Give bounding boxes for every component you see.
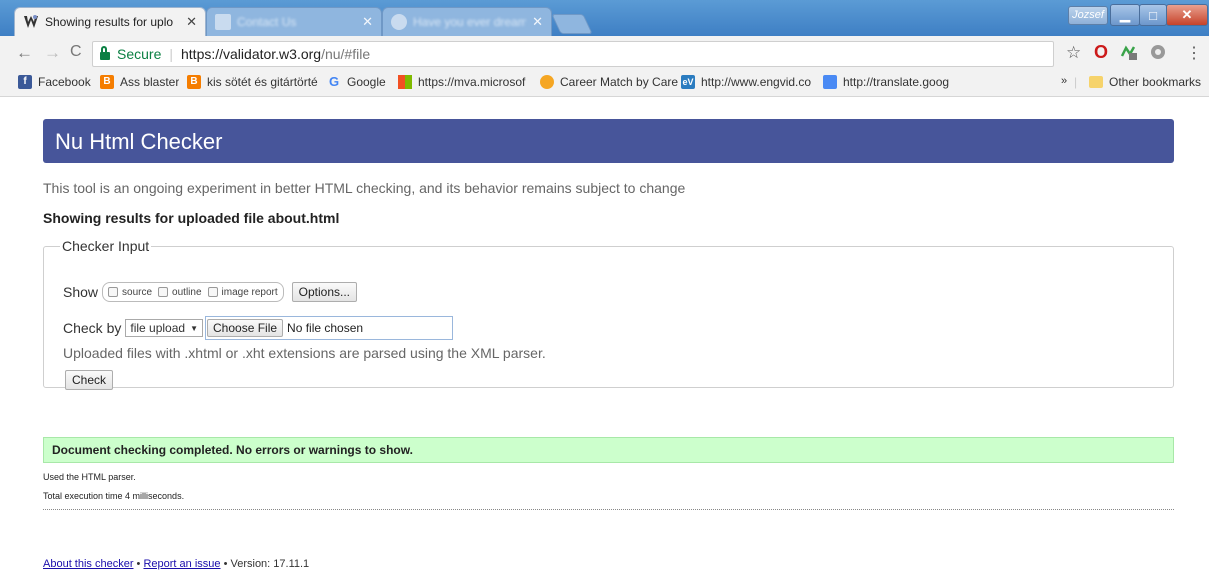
- extension-icon[interactable]: [1120, 44, 1138, 65]
- bookmark-engvid[interactable]: eV http://www.engvid.co: [681, 75, 817, 89]
- profile-badge[interactable]: Jozsef: [1068, 6, 1108, 25]
- file-status: No file chosen: [287, 321, 364, 335]
- close-icon[interactable]: ✕: [362, 14, 373, 30]
- page-title: Nu Html Checker: [55, 129, 223, 154]
- w3c-icon: [24, 15, 38, 28]
- close-icon: ✕: [1181, 7, 1193, 22]
- tab-dreamt[interactable]: Have you ever dreamt of... ✕: [382, 7, 552, 36]
- outline-label: outline: [172, 286, 202, 298]
- page-icon: [215, 14, 231, 30]
- result-success-banner: Document checking completed. No errors o…: [43, 437, 1174, 463]
- footer-separator: •: [133, 558, 144, 570]
- browser-toolbar: ← → C Secure | https://validator.w3.org /…: [0, 36, 1209, 70]
- bookmarks-overflow[interactable]: »: [1061, 75, 1067, 87]
- check-by-row: Check by file upload ▼ Choose File No fi…: [63, 316, 453, 340]
- divider: |: [1074, 75, 1078, 89]
- page-icon: [391, 14, 407, 30]
- address-bar[interactable]: Secure | https://validator.w3.org/nu/#fi…: [92, 41, 1054, 67]
- show-options-group: source outline image report: [102, 282, 284, 302]
- browser-titlebar: Showing results for uplo ✕ Contact Us ✕ …: [0, 0, 1209, 36]
- bookmark-other[interactable]: Other bookmarks: [1089, 75, 1201, 89]
- checker-input-legend: Checker Input: [62, 238, 150, 254]
- tab-validator[interactable]: Showing results for uplo ✕: [14, 7, 206, 36]
- parser-note: Used the HTML parser.: [43, 472, 136, 482]
- close-window-button[interactable]: ✕: [1166, 4, 1208, 26]
- opera-icon[interactable]: O: [1094, 42, 1108, 63]
- bookmarks-bar: f Facebook B Ass blaster B kis sötét és …: [0, 70, 1209, 97]
- version-text: Version: 17.11.1: [230, 558, 310, 570]
- divider: |: [169, 46, 173, 62]
- choose-file-button[interactable]: Choose File: [207, 319, 284, 337]
- show-label: Show: [63, 284, 99, 300]
- show-row: Show source outline image report Options…: [63, 282, 358, 302]
- bookmark-kis-sotet[interactable]: B kis sötét és gitártörté: [187, 75, 325, 89]
- career-match-icon: [540, 75, 554, 89]
- new-tab-button[interactable]: [551, 14, 593, 34]
- maximize-icon: □: [1149, 7, 1157, 23]
- facebook-icon: f: [18, 75, 32, 89]
- microsoft-icon: [398, 75, 412, 89]
- back-icon[interactable]: ←: [16, 43, 33, 63]
- page-footer: About this checker • Report an issue • V…: [43, 558, 309, 570]
- bookmark-ass-blaster[interactable]: B Ass blaster: [100, 75, 179, 89]
- bookmark-google[interactable]: G Google: [327, 74, 386, 90]
- forward-icon[interactable]: →: [44, 43, 61, 63]
- check-button[interactable]: Check: [65, 370, 114, 390]
- check-by-select[interactable]: file upload ▼: [125, 319, 203, 337]
- page-header: Nu Html Checker: [43, 119, 1174, 163]
- bookmark-facebook[interactable]: f Facebook: [18, 75, 91, 89]
- star-icon[interactable]: ☆: [1066, 43, 1081, 63]
- report-issue-link[interactable]: Report an issue: [143, 558, 220, 570]
- bookmark-career-match[interactable]: Career Match by Care: [540, 75, 678, 89]
- check-by-label: Check by: [63, 320, 122, 336]
- google-translate-icon: [823, 75, 837, 89]
- close-icon[interactable]: ✕: [532, 14, 543, 30]
- intro-text: This tool is an ongoing experiment in be…: [43, 180, 686, 196]
- tab-contact-us[interactable]: Contact Us ✕: [206, 7, 382, 36]
- about-checker-link[interactable]: About this checker: [43, 558, 134, 570]
- source-checkbox[interactable]: [108, 287, 119, 297]
- secure-label: Secure: [117, 46, 162, 62]
- tab-title: Have you ever dreamt of...: [413, 15, 527, 29]
- menu-icon[interactable]: ⋮: [1186, 43, 1202, 63]
- reload-icon[interactable]: C: [70, 43, 82, 61]
- options-button[interactable]: Options...: [291, 282, 358, 302]
- url-path: /nu/#file: [321, 46, 371, 62]
- minimize-button[interactable]: ▁: [1110, 4, 1140, 26]
- close-icon[interactable]: ✕: [186, 14, 197, 30]
- blogger-icon: B: [100, 75, 114, 89]
- lock-icon: [100, 46, 110, 60]
- outline-checkbox[interactable]: [158, 287, 169, 297]
- maximize-button[interactable]: □: [1139, 4, 1167, 26]
- footer-separator: •: [220, 558, 231, 570]
- bookmark-google-translate[interactable]: http://translate.goog: [823, 75, 965, 89]
- minimize-icon: ▁: [1120, 7, 1130, 22]
- google-icon: G: [328, 74, 340, 89]
- check-by-value: file upload: [130, 321, 186, 335]
- xml-parser-hint: Uploaded files with .xhtml or .xht exten…: [63, 345, 546, 361]
- execution-time: Total execution time 4 milliseconds.: [43, 491, 185, 501]
- url-host: https://validator.w3.org: [181, 46, 322, 62]
- tab-title: Showing results for uplo: [45, 15, 174, 29]
- blogger-icon: B: [187, 75, 201, 89]
- bookmark-mva-microsoft[interactable]: https://mva.microsof: [398, 75, 536, 89]
- checker-input-fieldset: Checker Input Show source outline image …: [43, 238, 1174, 390]
- dropdown-arrow-icon: ▼: [190, 323, 198, 333]
- tab-title: Contact Us: [237, 15, 297, 29]
- folder-icon: [1089, 76, 1103, 88]
- divider: [43, 509, 1174, 510]
- engvid-icon: eV: [681, 75, 695, 89]
- results-heading: Showing results for uploaded file about.…: [43, 210, 340, 226]
- file-input[interactable]: Choose File No file chosen: [205, 316, 453, 340]
- image-report-label: image report: [221, 286, 278, 298]
- image-report-checkbox[interactable]: [207, 287, 218, 297]
- extension-puzzle-icon[interactable]: [1150, 44, 1166, 65]
- source-label: source: [122, 286, 153, 298]
